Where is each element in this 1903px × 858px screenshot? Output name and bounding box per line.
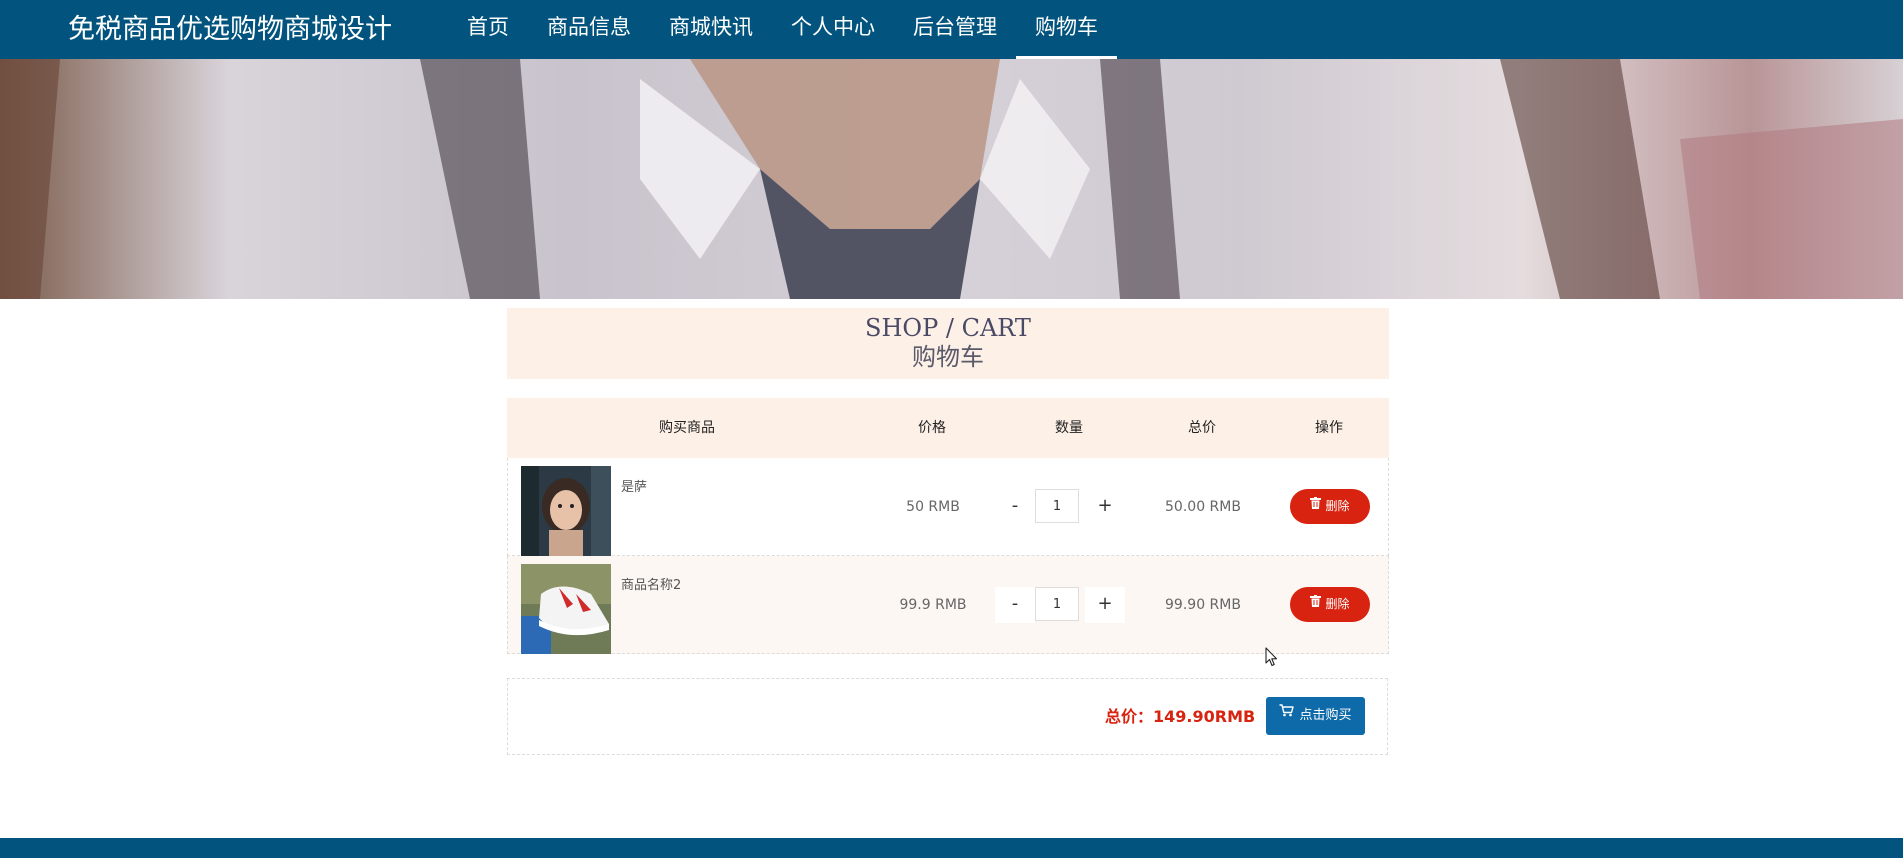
footer — [0, 838, 1903, 858]
table-row: 商品名称2 99.9 RMB - + 99.90 RMB 删除 — [507, 556, 1389, 654]
checkout-label: 点击购买 — [1299, 708, 1352, 723]
main-nav: 首页 商品信息 商城快讯 个人中心 后台管理 购物车 — [448, 0, 1117, 59]
col-price: 价格 — [918, 420, 946, 436]
nav-home[interactable]: 首页 — [448, 0, 528, 59]
mouse-cursor-icon — [1265, 647, 1279, 671]
navbar: 免税商品优选购物商城设计 首页 商品信息 商城快讯 个人中心 后台管理 购物车 — [0, 0, 1903, 59]
col-quantity: 数量 — [1055, 420, 1083, 436]
col-product: 购买商品 — [659, 420, 715, 436]
cart-heading-cn: 购物车 — [912, 343, 984, 371]
cart-heading-en: SHOP / CART — [865, 314, 1031, 342]
product-thumbnail[interactable] — [521, 466, 611, 556]
cart-section: SHOP / CART 购物车 购买商品 价格 数量 总价 操作 是萨 50 R… — [507, 308, 1389, 654]
nav-cart[interactable]: 购物车 — [1016, 0, 1117, 59]
line-total: 50.00 RMB — [1165, 499, 1241, 515]
quantity-stepper: - + — [995, 489, 1125, 525]
cart-table: 购买商品 价格 数量 总价 操作 是萨 50 RMB - 1 + 50.00 R… — [507, 398, 1389, 654]
quantity-input[interactable] — [1035, 489, 1079, 523]
grand-total: 总价：149.90RMB — [1105, 707, 1256, 726]
product-name[interactable]: 是萨 — [621, 476, 647, 495]
col-total: 总价 — [1188, 420, 1216, 436]
increase-qty-button[interactable]: + — [1085, 587, 1125, 623]
increase-qty-button[interactable]: + — [1085, 489, 1125, 525]
checkout-button[interactable]: 点击购买 — [1266, 697, 1365, 735]
trash-icon — [1310, 488, 1322, 523]
cart-heading: SHOP / CART 购物车 — [507, 308, 1389, 379]
delete-button[interactable]: 删除 — [1290, 587, 1370, 622]
cart-table-header: 购买商品 价格 数量 总价 操作 — [507, 398, 1389, 458]
col-actions: 操作 — [1315, 420, 1343, 436]
nav-news[interactable]: 商城快讯 — [650, 0, 772, 59]
delete-label: 删除 — [1325, 597, 1350, 611]
banner-image — [0, 59, 1903, 299]
decrease-qty-button[interactable]: - — [995, 587, 1035, 623]
product-thumbnail[interactable] — [521, 564, 611, 654]
product-price: 50 RMB — [906, 499, 960, 515]
product-price: 99.9 RMB — [899, 597, 967, 613]
table-row: 是萨 50 RMB - + 50.00 RMB 删除 — [507, 458, 1389, 556]
nav-profile[interactable]: 个人中心 — [772, 0, 894, 59]
banner-carousel[interactable] — [0, 59, 1903, 299]
line-total: 99.90 RMB — [1165, 597, 1241, 613]
nav-products[interactable]: 商品信息 — [528, 0, 650, 59]
quantity-stepper: - + — [995, 587, 1125, 623]
delete-button[interactable]: 删除 — [1290, 489, 1370, 524]
product-name[interactable]: 商品名称2 — [621, 574, 681, 593]
site-title[interactable]: 免税商品优选购物商城设计 — [68, 10, 392, 50]
trash-icon — [1310, 586, 1322, 621]
decrease-qty-button[interactable]: - — [995, 489, 1035, 525]
delete-label: 删除 — [1325, 499, 1350, 513]
quantity-input[interactable] — [1035, 587, 1079, 621]
cart-icon — [1279, 695, 1295, 733]
nav-admin[interactable]: 后台管理 — [894, 0, 1016, 59]
cart-summary: 总价：149.90RMB 点击购买 — [507, 678, 1388, 755]
